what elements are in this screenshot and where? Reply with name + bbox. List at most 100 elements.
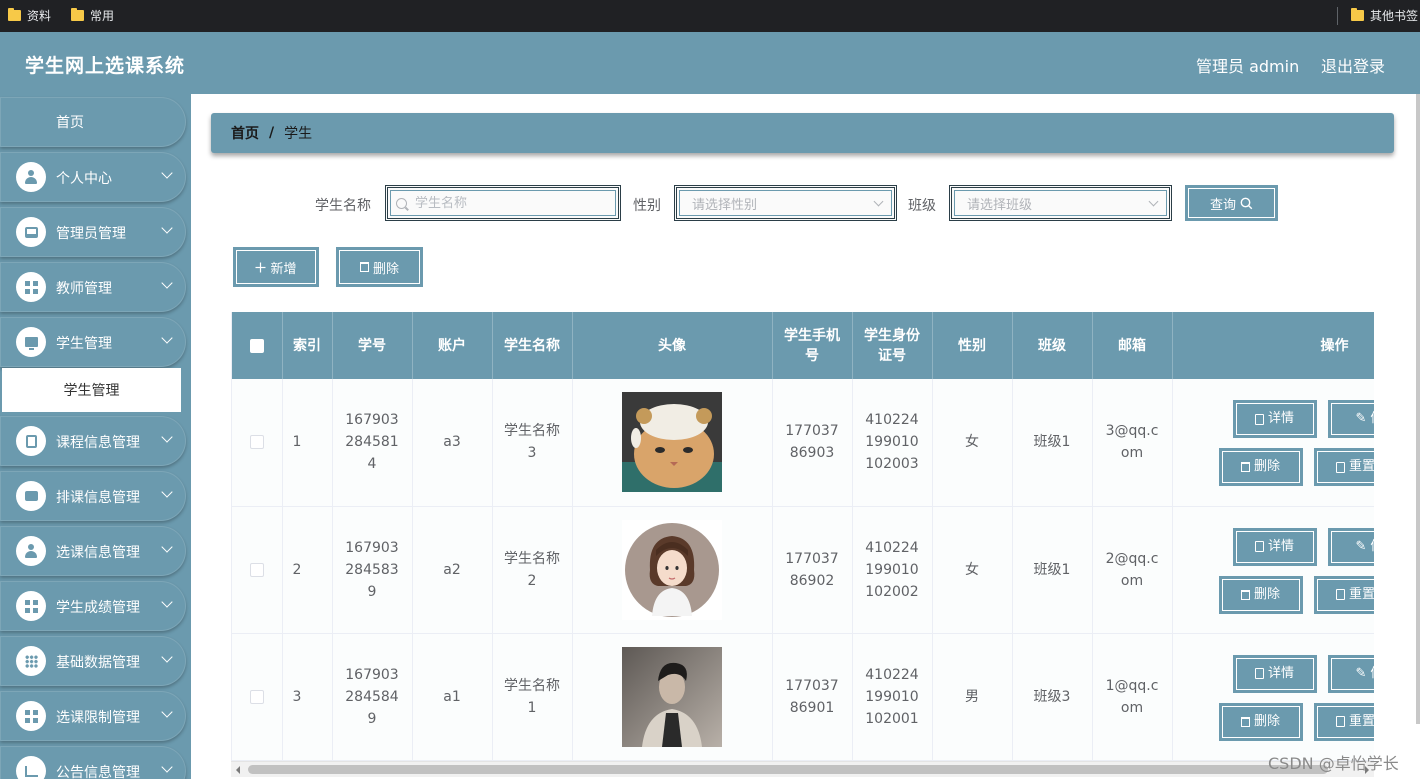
edit-button[interactable]: ✎修 [1328, 528, 1374, 565]
row-checkbox[interactable] [249, 435, 264, 450]
sidebar-item-label: 公告信息管理 [56, 765, 140, 779]
edit-button[interactable]: ✎修 [1328, 655, 1374, 692]
row-select-cell[interactable] [232, 379, 283, 507]
person-icon [16, 536, 46, 566]
gender-cell: 女 [932, 506, 1013, 634]
delete-button[interactable]: 删除 [1219, 449, 1302, 485]
sidebar-item-label: 选课限制管理 [56, 710, 140, 726]
row-actions: 详情 ✎修 删除 重置 [1173, 379, 1374, 506]
sidebar-item-students[interactable]: 学生管理 [0, 317, 186, 367]
delete-label: 删除 [1253, 459, 1280, 474]
sidebar-subitem-students[interactable]: 学生管理 [2, 368, 181, 412]
sidebar-item-grades[interactable]: 学生成绩管理 [0, 581, 186, 631]
sidebar-item-basedata[interactable]: 基础数据管理 [0, 636, 186, 686]
document-icon [1335, 589, 1345, 600]
row-actions: 详情 ✎修 删除 重置 [1173, 507, 1374, 633]
scroll-left-icon[interactable] [236, 766, 240, 774]
reset-button[interactable]: 重置 [1314, 449, 1374, 485]
gender-cell: 男 [932, 633, 1013, 761]
chevron-down-icon [161, 541, 173, 553]
sidebar-item-label: 学生成绩管理 [56, 600, 140, 616]
breadcrumb-home[interactable]: 首页 [231, 123, 259, 143]
reset-label: 重置 [1348, 713, 1374, 729]
detail-label: 详情 [1267, 411, 1294, 426]
reset-button[interactable]: 重置 [1314, 703, 1374, 740]
name-cell: 学生名称1 [492, 633, 573, 761]
select-all-checkbox[interactable] [249, 338, 264, 353]
class-cell: 班级1 [1012, 506, 1093, 634]
row-select-cell[interactable] [232, 506, 283, 634]
chevron-down-icon [161, 706, 173, 718]
breadcrumb-separator: / [269, 125, 275, 141]
vertical-scrollbar[interactable] [1416, 94, 1420, 724]
scrollbar-thumb[interactable] [248, 765, 1328, 774]
chevron-down-icon [161, 277, 173, 289]
app-header: 学生网上选课系统 管理员 admin 退出登录 [0, 32, 1420, 94]
row-select-cell[interactable] [232, 633, 283, 761]
gender-filter-label: 性别 [633, 198, 661, 214]
bookmark-folder-1[interactable]: 资料 [8, 7, 51, 24]
class-select[interactable]: 请选择班级 [949, 185, 1172, 221]
horizontal-scrollbar[interactable] [231, 761, 1374, 777]
pencil-icon: ✎ [1355, 411, 1367, 426]
table-header-row: 索引 学号 账户 学生名称 头像 学生手机号 学生身份证号 性别 班级 邮箱 操… [232, 312, 1374, 379]
sidebar-item-enrollment[interactable]: 选课信息管理 [0, 526, 186, 576]
sidebar-item-profile[interactable]: 个人中心 [0, 152, 186, 202]
select-all-cell[interactable] [232, 312, 283, 379]
delete-button[interactable]: 删除 [1219, 576, 1302, 613]
phone-cell: 17703786902 [772, 506, 853, 634]
sidebar-item-label: 管理员管理 [56, 226, 126, 242]
pencil-icon: ✎ [1355, 538, 1367, 554]
table-row: 2 1679032845839 a2 学生名称2 17703786902 410… [232, 506, 1374, 634]
sidebar-item-label: 排课信息管理 [56, 490, 140, 506]
sidebar-item-limits[interactable]: 选课限制管理 [0, 691, 186, 741]
bookmark-label: 其他书签 [1370, 9, 1419, 23]
row-checkbox[interactable] [249, 562, 264, 577]
logout-link[interactable]: 退出登录 [1321, 53, 1385, 77]
bulk-delete-button[interactable]: 删除 [337, 248, 422, 286]
sidebar-item-home[interactable]: 首页 [0, 97, 186, 147]
reset-button[interactable]: 重置 [1314, 576, 1374, 613]
sidebar-item-label: 个人中心 [56, 171, 112, 187]
add-button[interactable]: 新增 [234, 248, 318, 286]
phone-cell: 17703786901 [772, 633, 853, 761]
gender-select[interactable]: 请选择性别 [674, 185, 897, 221]
detail-button[interactable]: 详情 [1233, 655, 1316, 692]
search-button-label: 查询 [1209, 197, 1236, 213]
column-header: 学生身份证号 [852, 312, 933, 379]
chevron-down-icon [1148, 196, 1159, 206]
edit-label: 修 [1370, 408, 1374, 430]
detail-button[interactable]: 详情 [1233, 528, 1316, 565]
bookmark-folder-2[interactable]: 常用 [71, 7, 114, 24]
gender-cell: 女 [932, 379, 1013, 507]
chevron-down-icon [161, 486, 173, 498]
sidebar-item-notices[interactable]: 公告信息管理 [0, 746, 186, 779]
document-icon [1254, 541, 1264, 552]
search-button[interactable]: 查询 [1186, 186, 1277, 220]
account-cell: a3 [412, 379, 493, 507]
edit-button[interactable]: ✎修 [1328, 401, 1374, 437]
name-filter-label: 学生名称 [315, 198, 371, 214]
name-cell: 学生名称2 [492, 506, 573, 634]
sidebar-item-courses[interactable]: 课程信息管理 [0, 416, 186, 466]
name-filter-input[interactable] [415, 195, 618, 211]
chevron-down-icon [161, 332, 173, 344]
delete-button[interactable]: 删除 [1219, 703, 1302, 740]
sidebar-item-admins[interactable]: 管理员管理 [0, 207, 186, 257]
search-icon [396, 197, 407, 209]
monitor-icon [16, 327, 46, 357]
bookmark-other-folder[interactable]: 其他书签 [1351, 7, 1418, 24]
sidebar-item-label: 基础数据管理 [56, 655, 140, 671]
chevron-down-icon [161, 222, 173, 234]
sidebar-item-label: 教师管理 [56, 281, 112, 297]
sidebar-item-label: 首页 [56, 115, 84, 131]
index-cell: 1 [282, 379, 333, 507]
avatar-girl-image [622, 519, 722, 620]
trash-icon [359, 262, 369, 272]
sidebar-item-schedule[interactable]: 排课信息管理 [0, 471, 186, 521]
sidebar-item-teachers[interactable]: 教师管理 [0, 262, 186, 312]
phone-cell: 17703786903 [772, 379, 853, 507]
name-filter-field[interactable] [385, 185, 621, 221]
row-checkbox[interactable] [249, 689, 264, 704]
detail-button[interactable]: 详情 [1233, 401, 1316, 437]
